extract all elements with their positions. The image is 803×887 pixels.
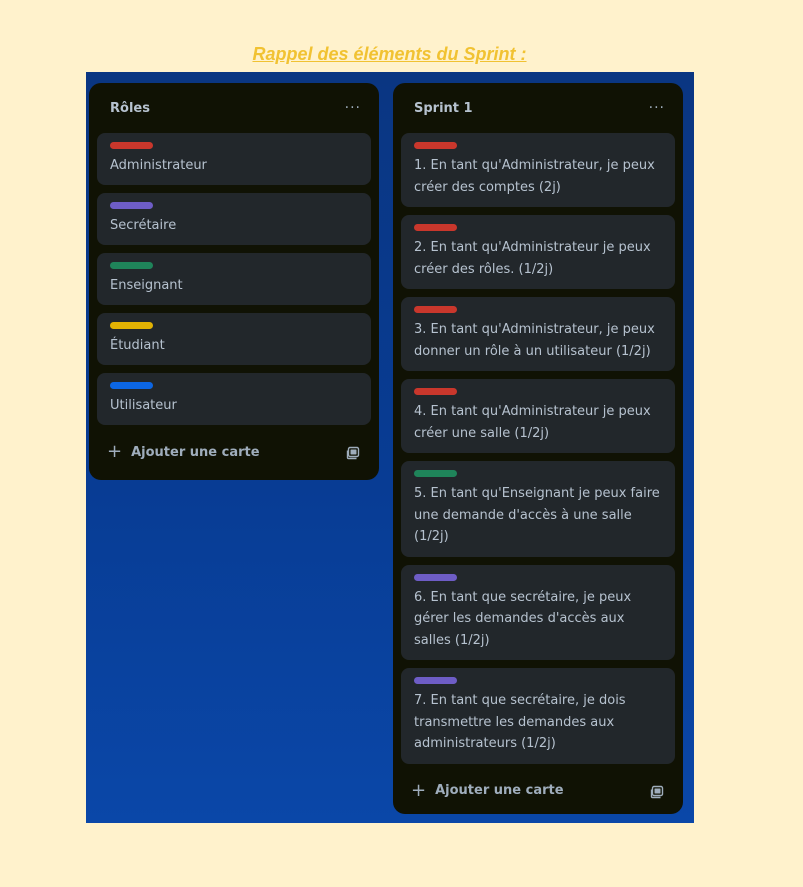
card-label[interactable]	[110, 142, 153, 149]
card-title: 4. En tant qu'Administrateur je peux cré…	[414, 404, 651, 441]
list-sprint-1: Sprint 1 ··· 1. En tant qu'Administrateu…	[393, 83, 683, 814]
card-label[interactable]	[414, 470, 457, 477]
card-label[interactable]	[414, 142, 457, 149]
card-label[interactable]	[414, 677, 457, 684]
card-title: 5. En tant qu'Enseignant je peux faire u…	[414, 486, 660, 544]
card-story-6[interactable]: 6. En tant que secrétaire, je peux gérer…	[401, 564, 675, 660]
card-administrateur[interactable]: Administrateur	[97, 133, 371, 185]
add-card-label: Ajouter une carte	[131, 444, 260, 460]
card-title: Utilisateur	[110, 398, 177, 413]
card-label[interactable]	[414, 388, 457, 395]
card-template-icon[interactable]	[650, 784, 664, 798]
card-label[interactable]	[110, 382, 153, 389]
ellipsis-icon[interactable]: ···	[345, 100, 361, 116]
list-roles: Rôles ··· Administrateur Secrétaire Ense…	[89, 83, 379, 480]
list-title[interactable]: Sprint 1	[414, 101, 473, 116]
card-title: Enseignant	[110, 278, 183, 293]
card-title: 2. En tant qu'Administrateur je peux cré…	[414, 240, 651, 277]
list-title[interactable]: Rôles	[110, 101, 150, 116]
card-title: Administrateur	[110, 158, 207, 173]
card-label[interactable]	[110, 262, 153, 269]
list-header: Rôles ···	[97, 83, 371, 133]
card-story-4[interactable]: 4. En tant qu'Administrateur je peux cré…	[401, 379, 675, 453]
card-label[interactable]	[414, 573, 457, 581]
card-label[interactable]	[110, 322, 153, 329]
card-title: Étudiant	[110, 338, 165, 353]
plus-icon: +	[107, 441, 123, 462]
card-enseignant[interactable]: Enseignant	[97, 253, 371, 305]
card-title: 7. En tant que secrétaire, je dois trans…	[414, 693, 626, 751]
add-card-label: Ajouter une carte	[435, 783, 564, 798]
card-story-7[interactable]: 7. En tant que secrétaire, je dois trans…	[401, 668, 675, 764]
card-template-icon[interactable]	[346, 445, 360, 460]
list-footer: + Ajouter une carte	[97, 433, 371, 471]
card-secretaire[interactable]: Secrétaire	[97, 193, 371, 245]
card-label[interactable]	[414, 224, 457, 231]
card-title: Secrétaire	[110, 218, 177, 233]
list-header: Sprint 1 ···	[401, 83, 675, 133]
card-etudiant[interactable]: Étudiant	[97, 313, 371, 365]
card-title: 6. En tant que secrétaire, je peux gérer…	[414, 589, 632, 648]
card-story-5[interactable]: 5. En tant qu'Enseignant je peux faire u…	[401, 461, 675, 557]
card-title: 1. En tant qu'Administrateur, je peux cr…	[414, 158, 655, 195]
card-story-1[interactable]: 1. En tant qu'Administrateur, je peux cr…	[401, 133, 675, 207]
page-heading: Rappel des éléments du Sprint :	[252, 44, 527, 64]
card-label[interactable]	[414, 306, 457, 313]
add-card-button[interactable]: + Ajouter une carte	[107, 443, 260, 461]
add-card-button[interactable]: + Ajouter une carte	[411, 779, 564, 801]
ellipsis-icon[interactable]: ···	[649, 100, 665, 116]
card-utilisateur[interactable]: Utilisateur	[97, 373, 371, 425]
card-story-3[interactable]: 3. En tant qu'Administrateur, je peux do…	[401, 297, 675, 371]
kanban-board: Rôles ··· Administrateur Secrétaire Ense…	[86, 72, 694, 823]
card-title: 3. En tant qu'Administrateur, je peux do…	[414, 322, 655, 359]
card-story-2[interactable]: 2. En tant qu'Administrateur je peux cré…	[401, 215, 675, 289]
card-label[interactable]	[110, 202, 153, 209]
plus-icon: +	[411, 779, 427, 801]
list-footer: + Ajouter une carte	[401, 772, 675, 810]
